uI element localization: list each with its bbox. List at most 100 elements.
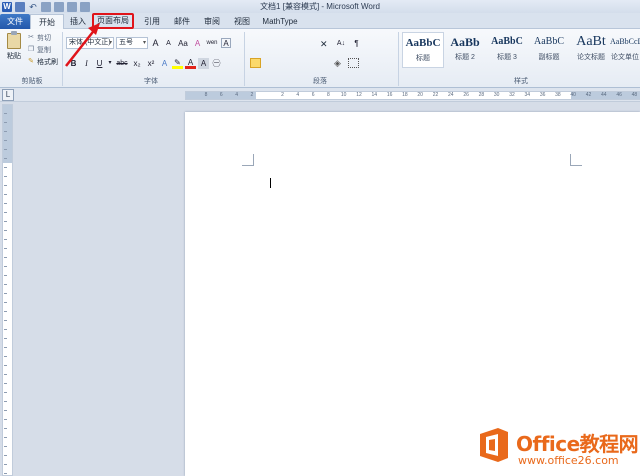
ruler-tick-label: 34 [524,92,531,98]
style-sample: AaBbC [405,37,441,49]
ruler-tick-label: 28 [478,92,485,98]
font-color-icon[interactable]: A [185,58,196,69]
line-spacing-icon[interactable] [320,58,331,68]
distributed-icon[interactable] [306,58,317,68]
crop-mark-top-left [242,154,254,166]
char-border-button[interactable]: A [221,38,231,48]
ruler-tick-label: 30 [493,92,500,98]
sort-button[interactable]: A↓ [334,38,348,49]
tab-mathtype[interactable]: MathType [258,14,302,29]
copy-label: 复制 [37,47,51,54]
ruler-tick-label: 24 [448,92,454,98]
text-effects-icon[interactable]: A [159,58,170,69]
copy-button[interactable]: ❐ 复制 [27,45,51,55]
phonetic-guide-button[interactable]: wen [205,38,219,49]
style-sample: AaBbC [534,36,564,47]
change-case-button[interactable]: Aa [176,38,190,49]
annotation-arrow-icon [65,23,100,67]
ruler-tick-label: 6 [311,92,315,98]
ruler-tick-label: 2 [281,92,284,98]
horizontal-ruler[interactable]: 8 6 4 2 2 4 6 8 10 12 14 16 18 20 22 24 26 28 30 32 34 36 38 40… [185,91,640,100]
align-left-icon[interactable] [250,58,261,68]
enclose-char-icon[interactable]: ㊀ [211,58,222,69]
style-name: 副标题 [538,54,560,61]
ruler-tick [4,347,7,348]
style-item[interactable]: AaBbC 副标题 [528,32,570,68]
asian-layout-icon[interactable]: ✕ [320,39,331,49]
align-right-icon[interactable] [278,58,289,68]
style-name: 论文标题 [577,54,605,61]
ruler-tick-label: 10 [340,92,347,98]
grow-font-button[interactable]: A [150,38,161,49]
strikethrough-button[interactable]: abc [115,58,129,69]
ruler-tick [4,374,7,375]
ruler-tick-label: 44 [601,92,607,98]
ruler-tick [4,365,7,366]
decrease-indent-icon[interactable] [292,39,303,49]
bullets-icon[interactable] [250,39,261,49]
ruler-tick [4,149,7,150]
ruler-tick [4,203,7,204]
ruler-tick [4,356,7,357]
show-marks-button[interactable]: ¶ [351,38,362,49]
ruler-tick [4,257,7,258]
style-sample: AaBt [576,34,606,49]
style-item[interactable]: AaBbC 标题 [402,32,444,68]
style-name: 论文单位 [611,54,639,61]
tab-view[interactable]: 视图 [228,14,256,29]
clear-format-button[interactable]: A [192,38,203,49]
ruler-tick [4,212,7,213]
superscript-button[interactable]: x² [145,58,157,69]
ruler-tick-label: 38 [555,92,561,98]
ruler-tick-label: 40 [570,92,576,98]
title-bar: W ↶ 文档1 [兼容模式] - Microsoft Word [0,0,640,13]
paragraph-row-2: ◈ [250,58,359,68]
chevron-down-icon: ▾ [142,40,146,46]
style-item[interactable]: AaBbCcD 论文单位 [610,32,640,68]
justify-icon[interactable] [292,58,303,68]
vertical-ruler[interactable] [2,104,13,476]
tab-review[interactable]: 审阅 [198,14,226,29]
divider [244,32,245,86]
highlight-icon[interactable]: ✎ [172,58,183,69]
ruler-tick [4,221,7,222]
style-item[interactable]: AaBbC 标题 3 [486,32,528,68]
shading-icon[interactable]: ◈ [334,58,345,68]
ruler-tick-label: 2 [250,92,254,98]
style-item[interactable]: AaBb 标题 2 [444,32,486,68]
increase-indent-icon[interactable] [306,39,317,49]
tab-home[interactable]: 开始 [30,14,64,29]
ruler-tick-label: 14 [371,92,378,98]
office-logo-icon [480,428,508,462]
tab-mailings[interactable]: 邮件 [168,14,196,29]
tab-file[interactable]: 文件 [0,14,30,29]
ruler-tick [4,293,7,294]
crop-mark-top-right [570,154,582,166]
multilevel-list-icon[interactable] [278,39,289,49]
font-group-label: 字体 [144,78,158,85]
ruler-tick [4,248,7,249]
align-center-icon[interactable] [264,58,275,68]
cut-button[interactable]: ✂ 剪切 [27,33,51,43]
font-size-select[interactable]: 五号 ▾ [116,37,148,49]
clipboard-group-label: 剪贴板 [21,78,43,85]
ruler-tick [4,320,7,321]
tab-selector[interactable]: L [2,89,14,101]
paste-button[interactable]: 粘贴 [4,31,24,77]
borders-icon[interactable] [348,58,359,68]
ruler-tick [4,275,7,276]
window-title: 文档1 [兼容模式] - Microsoft Word [260,2,380,11]
numbering-icon[interactable] [264,39,275,49]
subscript-button[interactable]: x₂ [131,58,143,69]
format-painter-button[interactable]: ✎ 格式刷 [27,57,58,67]
ruler-tick [4,338,7,339]
shrink-font-button[interactable]: A [163,38,174,49]
ruler-tick-label: 18 [402,92,408,98]
style-item[interactable]: AaBt 论文标题 [570,32,612,68]
char-shading-icon[interactable]: A [198,58,209,69]
text-cursor [270,178,271,188]
tab-references[interactable]: 引用 [138,14,166,29]
ruler-tick-label: 20 [417,92,423,98]
ruler-tick [4,473,7,474]
ruler-tick [4,113,7,114]
